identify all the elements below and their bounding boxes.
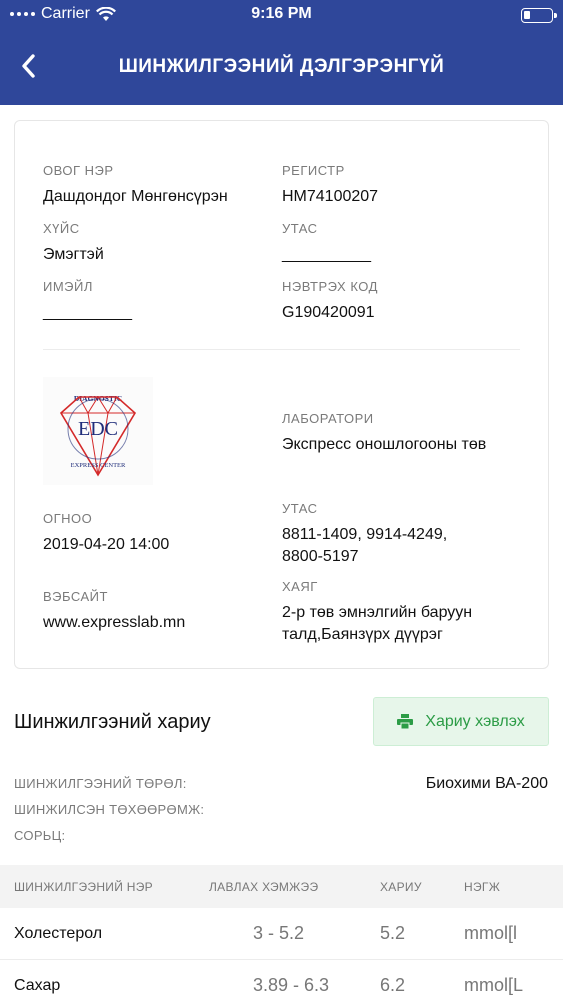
patient-name-label: ОВОГ НЭР: [43, 163, 114, 178]
lab-phone-field: УТАС 8811-1409, 9914-4249, 8800-5197: [282, 501, 482, 568]
patient-phone-label: УТАС: [282, 221, 318, 236]
lab-name-value: Экспресс оношлогооны төв: [282, 436, 487, 453]
battery-icon: [521, 8, 557, 23]
col-reference: ЛАВЛАХ ХЭМЖЭЭ: [209, 880, 319, 894]
logo-letters: EDC: [78, 418, 118, 440]
col-test-name: ШИНЖИЛГЭЭНИЙ НЭР: [14, 880, 153, 894]
date-field: ОГНОО 2019-04-20 14:00: [43, 511, 169, 556]
reference-range: 3.89 - 6.3: [253, 975, 330, 995]
logo-text-ring: EXPRESS CENTER: [71, 462, 126, 469]
test-name: Сахар: [14, 977, 61, 994]
test-name: Холестерол: [14, 925, 103, 942]
gender-field: ХҮЙС Эмэгтэй: [43, 221, 104, 266]
lab-phone-value: 8811-1409, 9914-4249, 8800-5197: [282, 526, 448, 565]
card-divider: [43, 349, 520, 350]
test-type-value: Биохими ВА-200: [425, 775, 548, 792]
login-code-label: НЭВТРЭХ КОД: [282, 279, 378, 294]
lab-phone-label: УТАС: [282, 501, 318, 516]
table-row: Холестерол 3 - 5.2 5.2 mmol[l: [0, 908, 563, 960]
date-value: 2019-04-20 14:00: [43, 536, 170, 553]
register-value: НМ74100207: [282, 188, 379, 205]
col-unit: НЭГЖ: [464, 880, 501, 894]
result-value: 6.2: [380, 975, 406, 995]
patient-phone-value: __________: [282, 246, 371, 263]
result-value: 5.2: [380, 923, 406, 943]
unit-value: mmol[l: [464, 923, 517, 943]
email-label: ИМЭЙЛ: [43, 279, 93, 294]
print-result-button[interactable]: Хариу хэвлэх: [373, 697, 549, 746]
lab-logo: DIAGNOSTIC EDC EXPRESS CENTER: [43, 377, 153, 485]
table-row: Сахар 3.89 - 6.3 6.2 mmol[L: [0, 960, 563, 1000]
detail-card: ОВОГ НЭР Дашдондог Мөнгөнсүрэн РЕГИСТР Н…: [14, 120, 549, 669]
unit-value: mmol[L: [464, 975, 524, 995]
website-label: ВЭБСАЙТ: [43, 589, 108, 604]
patient-name-field: ОВОГ НЭР Дашдондог Мөнгөнсүрэн: [43, 163, 228, 208]
table-header: ШИНЖИЛГЭЭНИЙ НЭР ЛАВЛАХ ХЭМЖЭЭ ХАРИУ НЭГ…: [0, 865, 563, 908]
reference-range: 3 - 5.2: [253, 923, 305, 943]
date-label: ОГНОО: [43, 511, 93, 526]
patient-phone-field: УТАС __________: [282, 221, 371, 266]
lab-name-field: ЛАБОРАТОРИ Экспресс оношлогооны төв: [282, 411, 532, 456]
website-field[interactable]: ВЭБСАЙТ www.expresslab.mn: [43, 589, 185, 634]
register-label: РЕГИСТР: [282, 163, 345, 178]
print-button-label: Хариу хэвлэх: [425, 712, 525, 730]
register-field: РЕГИСТР НМ74100207: [282, 163, 378, 208]
app-header: Carrier 9:16 PM ШИНЖИЛГЭЭНИЙ ДЭЛГЭРЭНГҮЙ: [0, 0, 563, 105]
status-bar: Carrier 9:16 PM: [0, 0, 563, 30]
test-type-label: ШИНЖИЛГЭЭНИЙ ТӨРӨЛ:: [14, 776, 187, 791]
lab-name-label: ЛАБОРАТОРИ: [282, 411, 374, 426]
gender-value: Эмэгтэй: [43, 246, 104, 263]
status-time: 9:16 PM: [251, 5, 312, 22]
result-section-title: Шинжилгээний хариу: [14, 711, 211, 733]
address-label: ХАЯГ: [282, 579, 318, 594]
login-code-field: НЭВТРЭХ КОД G190420091: [282, 279, 378, 324]
login-code-value: G190420091: [282, 304, 375, 321]
address-field: ХАЯГ 2-р төв эмнэлгийн баруун талд,Баянз…: [282, 579, 522, 646]
website-link[interactable]: www.expresslab.mn: [43, 612, 185, 634]
patient-name: Дашдондог Мөнгөнсүрэн: [43, 188, 228, 205]
address-value: 2-р төв эмнэлгийн баруун талд,Баянзүрх д…: [282, 604, 473, 643]
printer-icon: [397, 714, 414, 729]
col-result: ХАРИУ: [380, 880, 422, 894]
email-value: __________: [43, 304, 132, 321]
device-label: ШИНЖИЛСЭН ТӨХӨӨРӨМЖ:: [14, 802, 205, 817]
gender-label: ХҮЙС: [43, 221, 80, 236]
email-field: ИМЭЙЛ __________: [43, 279, 132, 324]
page-title: ШИНЖИЛГЭЭНИЙ ДЭЛГЭРЭНГҮЙ: [118, 56, 445, 77]
sample-label: СОРЬЦ:: [14, 828, 66, 843]
